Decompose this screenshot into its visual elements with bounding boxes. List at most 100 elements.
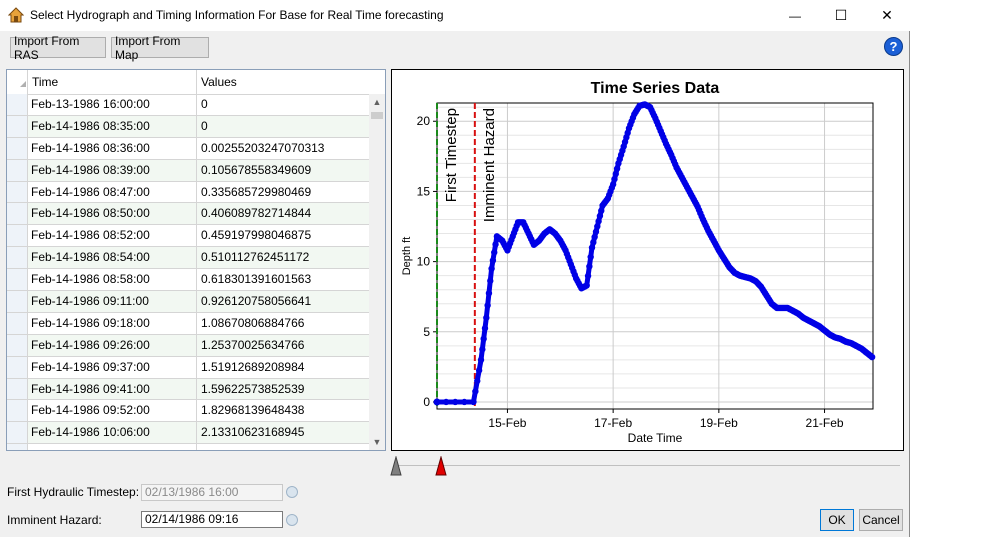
value-cell[interactable]: 0.618301391601563 [196,269,369,291]
time-series-chart: 0 5 10 15 20 15-Feb 17-Feb 19-Feb 21-Feb First T… [391,69,904,451]
time-cell[interactable]: Feb-14-1986 08:52:00 [27,225,196,247]
table-row[interactable]: Feb-14-1986 09:37:00 1.51912689208984 [7,356,369,379]
row-selector[interactable] [7,94,27,115]
time-cell[interactable]: Feb-14-1986 08:54:00 [27,247,196,269]
row-selector[interactable] [7,422,27,444]
data-point [488,265,495,272]
data-point [492,241,499,248]
table-row[interactable]: Feb-14-1986 08:58:00 0.618301391601563 [7,269,369,292]
scroll-up-icon[interactable]: ▲ [369,94,385,110]
value-cell[interactable]: 0.105678558349609 [196,159,369,181]
row-selector[interactable] [7,159,27,181]
table-row[interactable]: Feb-14-1986 09:11:00 0.926120758056641 [7,291,369,313]
data-point [461,398,468,406]
value-cell[interactable]: 0.406089782714844 [196,203,369,225]
time-cell[interactable]: Feb-14-1986 09:11:00 [27,291,196,312]
value-cell[interactable]: 0.926120758056641 [196,291,369,312]
row-selector[interactable] [7,203,27,225]
time-cell[interactable]: Feb-14-1986 08:39:00 [27,159,196,181]
value-cell[interactable]: 1.08670806884766 [196,312,369,334]
value-cell[interactable]: 1.25370025634766 [196,334,369,356]
time-cell[interactable]: Feb-14-1986 09:37:00 [27,356,196,378]
row-selector[interactable] [7,115,27,137]
time-cell[interactable]: Feb-14-1986 09:26:00 [27,334,196,356]
cancel-button[interactable]: Cancel [859,509,903,531]
value-cell[interactable]: 1.59622573852539 [196,378,369,400]
scroll-thumb[interactable] [371,112,383,119]
row-selector[interactable] [7,137,27,159]
first-timestep-picker-icon[interactable] [286,486,298,498]
row-selector[interactable] [7,291,27,312]
scroll-down-icon[interactable]: ▼ [369,434,385,450]
value-cell[interactable] [196,444,369,450]
table-row[interactable]: Feb-14-1986 09:26:00 1.25370025634766 [7,334,369,357]
data-point [479,346,486,353]
row-selector[interactable] [7,312,27,334]
value-cell[interactable]: 0 [196,94,369,115]
table-row[interactable]: Feb-14-1986 08:54:00 0.510112762451172 [7,247,369,270]
row-selector[interactable] [7,247,27,269]
value-cell[interactable]: 0.459197998046875 [196,225,369,247]
data-point [586,263,593,270]
time-cell[interactable]: Feb-14-1986 09:41:00 [27,378,196,400]
value-cell[interactable]: 1.51912689208984 [196,356,369,378]
table-row[interactable]: Feb-14-1986 08:50:00 0.406089782714844 [7,203,369,226]
time-cell[interactable]: Feb-14-1986 08:58:00 [27,269,196,291]
table-row[interactable] [7,444,369,450]
value-cell[interactable]: 0.00255203247070313 [196,137,369,159]
time-cell[interactable]: Feb-14-1986 09:18:00 [27,312,196,334]
maximize-button[interactable]: ☐ [818,0,864,31]
value-cell[interactable]: 0.510112762451172 [196,247,369,269]
imminent-hazard-picker-icon[interactable] [286,514,298,526]
table-row[interactable]: Feb-14-1986 10:06:00 2.13310623168945 [7,422,369,445]
column-header-values[interactable]: Values [196,70,385,94]
time-slider-track[interactable] [398,465,900,466]
row-selector[interactable] [7,334,27,356]
first-timestep-field[interactable]: 02/13/1986 16:00 [141,484,283,501]
time-cell[interactable]: Feb-14-1986 10:06:00 [27,422,196,444]
table-row[interactable]: Feb-14-1986 08:39:00 0.105678558349609 [7,159,369,182]
table-row[interactable]: Feb-14-1986 08:47:00 0.335685729980469 [7,181,369,204]
ok-button[interactable]: OK [820,509,854,531]
time-cell[interactable]: Feb-14-1986 08:36:00 [27,137,196,159]
time-cell[interactable]: Feb-13-1986 16:00:00 [27,94,196,115]
row-selector[interactable] [7,181,27,203]
time-cell[interactable]: Feb-14-1986 08:35:00 [27,115,196,137]
help-icon[interactable]: ? [884,37,903,56]
time-cell[interactable] [27,444,196,450]
imminent-hazard-slider-handle[interactable] [435,456,447,476]
time-cell[interactable]: Feb-14-1986 08:47:00 [27,181,196,203]
first-timestep-slider-handle[interactable] [390,456,402,476]
row-selector[interactable] [7,356,27,378]
value-cell[interactable]: 1.82968139648438 [196,400,369,422]
row-selector[interactable] [7,444,27,450]
table-scrollbar[interactable]: ▲ ▼ [369,94,385,450]
row-selector[interactable] [7,378,27,400]
hydrograph-table[interactable]: Time Values Feb-13-1986 16:00:00 0 Feb-14-… [6,69,386,451]
minimize-button[interactable]: — [772,0,818,31]
value-cell[interactable]: 2.13310623168945 [196,422,369,444]
table-row[interactable]: Feb-14-1986 09:52:00 1.82968139648438 [7,400,369,423]
row-selector[interactable] [7,400,27,422]
value-cell[interactable]: 0.335685729980469 [196,181,369,203]
select-all-corner[interactable] [7,70,27,94]
import-from-ras-button[interactable]: Import From RAS [10,34,106,62]
data-point [491,249,498,256]
close-button[interactable]: ✕ [864,0,910,31]
column-header-time[interactable]: Time [27,70,196,94]
data-point [584,272,592,280]
table-row[interactable]: Feb-14-1986 08:35:00 0 [7,115,369,138]
import-from-map-button[interactable]: Import From Map [111,34,209,62]
table-row[interactable]: Feb-14-1986 09:41:00 1.59622573852539 [7,378,369,401]
table-row[interactable]: Feb-13-1986 16:00:00 0 [7,94,369,116]
table-row[interactable]: Feb-14-1986 08:36:00 0.00255203247070313 [7,137,369,160]
row-selector[interactable] [7,269,27,291]
imminent-hazard-field[interactable]: 02/14/1986 09:16 [141,511,283,528]
time-cell[interactable]: Feb-14-1986 09:52:00 [27,400,196,422]
data-point [487,277,494,285]
value-cell[interactable]: 0 [196,115,369,137]
time-cell[interactable]: Feb-14-1986 08:50:00 [27,203,196,225]
table-row[interactable]: Feb-14-1986 08:52:00 0.459197998046875 [7,225,369,248]
table-row[interactable]: Feb-14-1986 09:18:00 1.08670806884766 [7,312,369,335]
row-selector[interactable] [7,225,27,247]
